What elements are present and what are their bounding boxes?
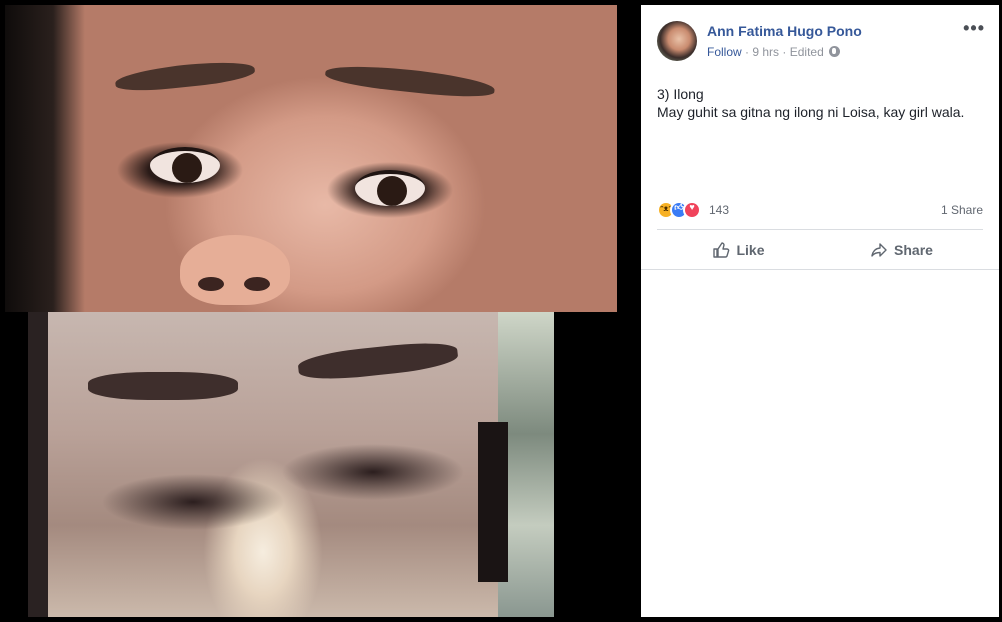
- globe-icon: [829, 46, 841, 57]
- follow-link[interactable]: Follow: [707, 45, 742, 59]
- divider: [641, 269, 999, 270]
- avatar[interactable]: [657, 21, 697, 61]
- nose: [180, 235, 290, 305]
- share-label: Share: [894, 242, 933, 258]
- edited-label[interactable]: Edited: [790, 45, 824, 59]
- post-text-line: 3) Ilong: [657, 86, 704, 102]
- post-header: Ann Fatima Hugo Pono Follow · 9 hrs · Ed…: [657, 19, 987, 65]
- love-icon: ♥: [683, 201, 701, 219]
- share-count[interactable]: 1 Share: [941, 203, 983, 217]
- author-name[interactable]: Ann Fatima Hugo Pono: [707, 23, 862, 39]
- right-eyebrow: [296, 338, 460, 384]
- right-eyebrow: [324, 61, 496, 101]
- hair-shadow: [5, 5, 85, 312]
- left-eyebrow: [114, 57, 256, 95]
- meta-separator: ·: [741, 45, 753, 59]
- share-arrow-icon: [871, 243, 887, 257]
- hair-strand: [478, 422, 508, 582]
- reaction-count[interactable]: 143: [709, 203, 729, 217]
- photo-bottom-face-closeup: [28, 312, 554, 617]
- left-eye: [150, 147, 220, 183]
- post-time[interactable]: 9 hrs: [752, 45, 779, 59]
- divider: [657, 229, 983, 230]
- thumbs-up-icon: [713, 242, 730, 258]
- action-bar: Like Share: [657, 235, 983, 265]
- post-meta: Follow · 9 hrs · Edited: [707, 45, 841, 59]
- like-button[interactable]: Like: [657, 235, 820, 265]
- photo-top-face-closeup: [5, 5, 617, 312]
- more-options-icon[interactable]: •••: [963, 19, 985, 37]
- photo-edge-shadow: [28, 312, 48, 617]
- meta-separator: ·: [779, 45, 790, 59]
- post-panel: Ann Fatima Hugo Pono Follow · 9 hrs · Ed…: [641, 5, 999, 617]
- like-label: Like: [736, 242, 765, 258]
- left-eyebrow: [88, 372, 238, 400]
- right-eye: [355, 170, 425, 206]
- post-body: 3) Ilong May guhit sa gitna ng ilong ni …: [657, 85, 983, 121]
- reactions-bar: ᵔᴥᵔ 👍︎ ♥ 143 1 Share: [657, 201, 983, 219]
- post-text-line: May guhit sa gitna ng ilong ni Loisa, ka…: [657, 104, 965, 120]
- photo-viewer[interactable]: [0, 0, 641, 622]
- share-button[interactable]: Share: [820, 235, 983, 265]
